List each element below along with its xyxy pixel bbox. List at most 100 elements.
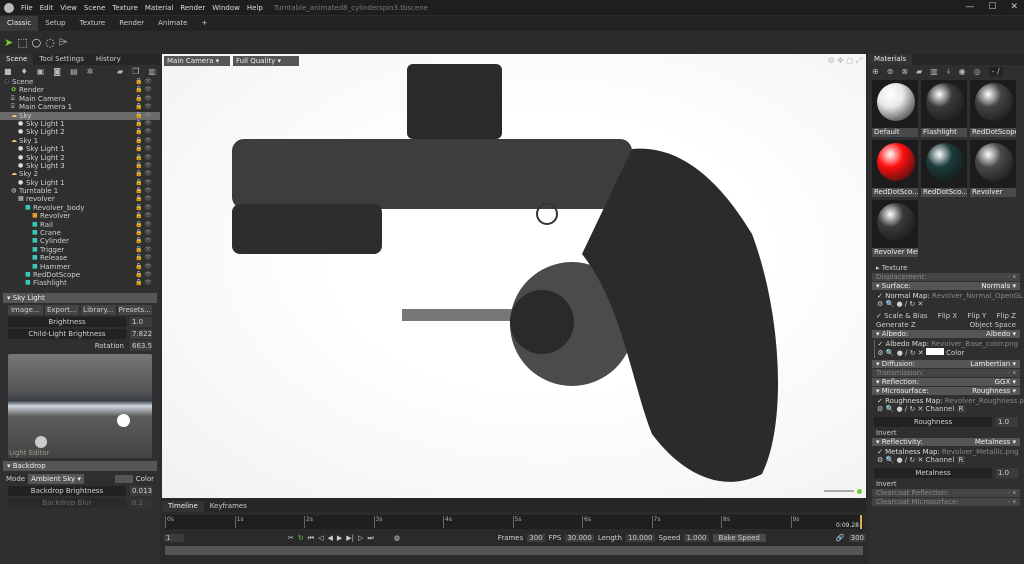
material-thumbnail[interactable]: Revolver Metal [872, 200, 918, 257]
menu-window[interactable]: Window [212, 4, 240, 12]
lock-visibility-icons[interactable]: 🔒 👁 [135, 86, 152, 94]
albedo-color-swatch[interactable] [925, 348, 944, 355]
scale-bias-checkbox[interactable]: Scale & Bias [884, 312, 927, 320]
search-icon[interactable]: ◎ [974, 67, 981, 76]
record-icon[interactable]: ◍ [394, 534, 400, 542]
diffusion-dropdown[interactable]: ▾ Diffusion: Lambertian ▾ [872, 360, 1020, 368]
menu-view[interactable]: View [60, 4, 77, 12]
rotation-value[interactable]: 663.5 [130, 341, 152, 351]
light-editor-panorama[interactable]: Light Editor [8, 354, 152, 458]
lock-visibility-icons[interactable]: 🔒 👁 [135, 137, 152, 145]
menu-edit[interactable]: Edit [40, 4, 54, 12]
menu-help[interactable]: Help [247, 4, 263, 12]
tree-item[interactable]: ■ Trigger 🔒 👁 [0, 246, 160, 254]
lock-visibility-icons[interactable]: 🔒 👁 [135, 179, 152, 187]
displacement-dropdown[interactable]: Displacement: - ▾ [872, 273, 1020, 281]
link-icon[interactable]: 🔗 [836, 534, 845, 542]
trash-icon[interactable]: ▥ [930, 67, 938, 76]
lock-visibility-icons[interactable]: 🔒 👁 [135, 103, 152, 111]
select-arrow-icon[interactable]: ➤ [4, 36, 13, 49]
tab-timeline[interactable]: Timeline [162, 501, 204, 512]
tree-item[interactable]: ☁ Sky 2 🔒 👁 [0, 170, 160, 178]
loop-icon[interactable]: ↻ [298, 534, 304, 542]
map-file[interactable]: Revolver_Normal_OpenGL [932, 292, 1023, 300]
library-button[interactable]: Library... [81, 305, 116, 315]
timeline-track[interactable] [165, 546, 863, 555]
duplicate-material-icon[interactable]: ⊚ [887, 67, 894, 76]
tree-item[interactable]: ⌸ Main Camera 🔒 👁 [0, 95, 160, 103]
map-file[interactable]: Revolver_Metallic.png [942, 448, 1019, 456]
last-frame-icon[interactable]: ⏭ [367, 534, 373, 543]
color-swatch[interactable] [114, 474, 133, 483]
next-key-icon[interactable]: ▷ [358, 534, 363, 542]
tab-history[interactable]: History [90, 54, 127, 65]
tree-item[interactable]: ✿ Render 🔒 👁 [0, 86, 160, 94]
length-field[interactable]: 10.000 [626, 534, 655, 542]
presets-button[interactable]: Presets... [117, 305, 152, 315]
menu-file[interactable]: File [21, 4, 33, 12]
end-frame-field[interactable]: 300 [848, 534, 866, 542]
viewport[interactable]: Main Camera ▾ Full Quality ▾ ⚙ ✥ ◻ ⤢ [162, 54, 866, 498]
map-file[interactable]: Revolver_Roughness.png [945, 397, 1024, 405]
transmission-dropdown[interactable]: Transmission: - ▾ [872, 369, 1020, 377]
sky-light-header[interactable]: ▾ Sky Light [3, 293, 157, 303]
invert-checkbox[interactable]: Invert [868, 479, 1024, 488]
fps-field[interactable]: 30.000 [565, 534, 594, 542]
tab-setup[interactable]: Setup [38, 16, 72, 31]
material-thumbnail[interactable]: Flashlight [921, 80, 967, 137]
tree-item[interactable]: ● Sky Light 2 🔒 👁 [0, 128, 160, 136]
lock-visibility-icons[interactable]: 🔒 👁 [135, 246, 152, 254]
tree-item[interactable]: ● Sky Light 1 🔒 👁 [0, 145, 160, 153]
lock-visibility-icons[interactable]: 🔒 👁 [135, 170, 152, 178]
flip-x-checkbox[interactable]: Flip X [938, 312, 957, 320]
folder-icon[interactable]: ▰ [916, 67, 922, 76]
roughness-slider[interactable]: Roughness 1.0 [874, 417, 1018, 427]
microsurface-dropdown[interactable]: ▾ Microsurface: Roughness ▾ [872, 387, 1020, 395]
tree-item[interactable]: ■ Rail 🔒 👁 [0, 221, 160, 229]
tab-tool-settings[interactable]: Tool Settings [33, 54, 90, 65]
material-thumbnail[interactable]: Default [872, 80, 918, 137]
add-turntable-icon[interactable]: ✲ [87, 67, 94, 76]
lock-visibility-icons[interactable]: 🔒 👁 [135, 212, 152, 220]
tree-item[interactable]: ● Sky Light 1 🔒 👁 [0, 179, 160, 187]
child-brightness-value[interactable]: 7.822 [130, 329, 152, 339]
tab-animate[interactable]: Animate [151, 16, 194, 31]
tree-item[interactable]: ☁ Sky 🔒 👁 [0, 111, 160, 120]
channel-dropdown[interactable]: R [956, 405, 966, 413]
menu-scene[interactable]: Scene [84, 4, 105, 12]
map-tool-icons[interactable]: ⚙ 🔍 ● ∕ ↻ ✕ Color [877, 348, 1018, 357]
material-thumbnail[interactable]: RedDotSco... [872, 140, 918, 197]
playhead[interactable] [860, 515, 862, 529]
minimize-icon[interactable]: — [965, 2, 974, 12]
tab-texture[interactable]: Texture [73, 16, 113, 31]
tree-item[interactable]: ☁ Sky 1 🔒 👁 [0, 137, 160, 145]
tree-item[interactable]: ▦ revolver 🔒 👁 [0, 195, 160, 203]
add-object-icon[interactable]: ■ [4, 67, 12, 76]
menu-texture[interactable]: Texture [112, 4, 138, 12]
flip-z-checkbox[interactable]: Flip Z [997, 312, 1016, 320]
material-thumbnail[interactable]: Revolver [970, 140, 1016, 197]
surface-dropdown[interactable]: ▾ Surface: Normals ▾ [872, 282, 1020, 290]
close-icon[interactable]: ✕ [1010, 2, 1018, 12]
reflection-dropdown[interactable]: ▾ Reflection: GGX ▾ [872, 378, 1020, 386]
tab-classic[interactable]: Classic [0, 16, 39, 31]
add-camera-icon[interactable]: ▣ [37, 67, 45, 76]
tab-render[interactable]: Render [112, 16, 151, 31]
roughness-value[interactable]: 1.0 [996, 417, 1018, 427]
albedo-dropdown[interactable]: ▾ Albedo: Albedo ▾ [872, 330, 1020, 338]
tab-scene[interactable]: Scene [0, 54, 34, 65]
add-shadow-icon[interactable]: ▤ [70, 67, 78, 76]
speed-field[interactable]: 1.000 [684, 534, 709, 542]
menu-render[interactable]: Render [180, 4, 205, 12]
brightness-value[interactable]: 1.0 [130, 317, 152, 327]
export-button[interactable]: Export... [44, 305, 79, 315]
lock-visibility-icons[interactable]: 🔒 👁 [135, 237, 152, 245]
lock-visibility-icons[interactable]: 🔒 👁 [135, 279, 152, 287]
cut-icon[interactable]: ✂ [288, 534, 294, 542]
map-tool-icons[interactable]: ⚙ 🔍 ● ∕ ↻ ✕ Channel R [877, 456, 1019, 464]
sun-icon[interactable] [35, 436, 47, 448]
channel-dropdown[interactable]: R [956, 456, 966, 464]
lock-visibility-icons[interactable]: 🔒 👁 [135, 195, 152, 203]
lock-visibility-icons[interactable]: 🔒 👁 [135, 128, 152, 136]
prev-key-icon[interactable]: ◁ [318, 534, 323, 542]
